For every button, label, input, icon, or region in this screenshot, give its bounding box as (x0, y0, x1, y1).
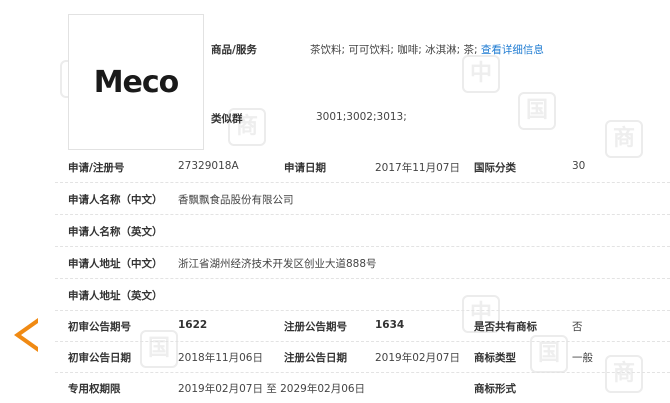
row-divider (55, 372, 670, 373)
watermark-glyph: 商 (605, 355, 643, 393)
shared-value: 否 (572, 319, 583, 334)
applicant-cn-value: 香飘飘食品股份有限公司 (178, 192, 294, 207)
apply-date-label: 申请日期 (284, 160, 326, 175)
row-divider (55, 341, 670, 342)
applicant-cn-label: 申请人名称（中文） (68, 192, 163, 207)
address-en-label: 申请人地址（英文） (68, 288, 163, 303)
watermark-glyph: 中 (462, 55, 500, 93)
reg-no-value: 27329018A (178, 160, 239, 172)
apply-date-value: 2017年11月07日 (375, 160, 460, 175)
watermark-glyph: 国 (140, 330, 178, 368)
row-divider (55, 246, 670, 247)
view-details-link[interactable]: 查看详细信息 (481, 44, 544, 56)
exclusive-label: 专用权期限 (68, 381, 121, 396)
applicant-en-label: 申请人名称（英文） (68, 224, 163, 239)
row-divider (55, 214, 670, 215)
exclusive-value: 2019年02月07日 至 2029年02月06日 (178, 381, 365, 396)
shared-label: 是否共有商标 (474, 319, 537, 334)
reg-pub-no-label: 注册公告期号 (284, 319, 347, 334)
goods-label: 商品/服务 (211, 42, 257, 57)
intl-class-value: 30 (572, 160, 585, 172)
goods-value: 茶饮料; 可可饮料; 咖啡; 冰淇淋; 茶; 查看详细信息 (310, 42, 544, 57)
watermark-glyph: 国 (518, 92, 556, 130)
row-divider (55, 310, 670, 311)
prelim-no-value: 1622 (178, 319, 207, 331)
tm-form-label: 商标形式 (474, 381, 516, 396)
address-cn-value: 浙江省湖州经济技术开发区创业大道888号 (178, 256, 377, 271)
trademark-image: Meco (68, 14, 204, 150)
trademark-logo-text: Meco (94, 65, 179, 100)
reg-pub-no-value: 1634 (375, 319, 404, 331)
row-divider (55, 278, 670, 279)
row-divider (55, 182, 670, 183)
tm-type-label: 商标类型 (474, 350, 516, 365)
intl-class-label: 国际分类 (474, 160, 516, 175)
reg-pub-date-value: 2019年02月07日 (375, 350, 460, 365)
prelim-date-label: 初审公告日期 (68, 350, 131, 365)
similar-group-label: 类似群 (211, 111, 243, 126)
prelim-no-label: 初审公告期号 (68, 319, 131, 334)
watermark-glyph: 商 (605, 120, 643, 158)
address-cn-label: 申请人地址（中文） (68, 256, 163, 271)
goods-list: 茶饮料; 可可饮料; 咖啡; 冰淇淋; 茶; (310, 44, 478, 56)
similar-group-value: 3001;3002;3013; (316, 111, 407, 123)
prev-arrow-icon[interactable] (14, 318, 38, 352)
reg-no-label: 申请/注册号 (68, 160, 124, 175)
reg-pub-date-label: 注册公告日期 (284, 350, 347, 365)
tm-type-value: 一般 (572, 350, 593, 365)
prelim-date-value: 2018年11月06日 (178, 350, 263, 365)
